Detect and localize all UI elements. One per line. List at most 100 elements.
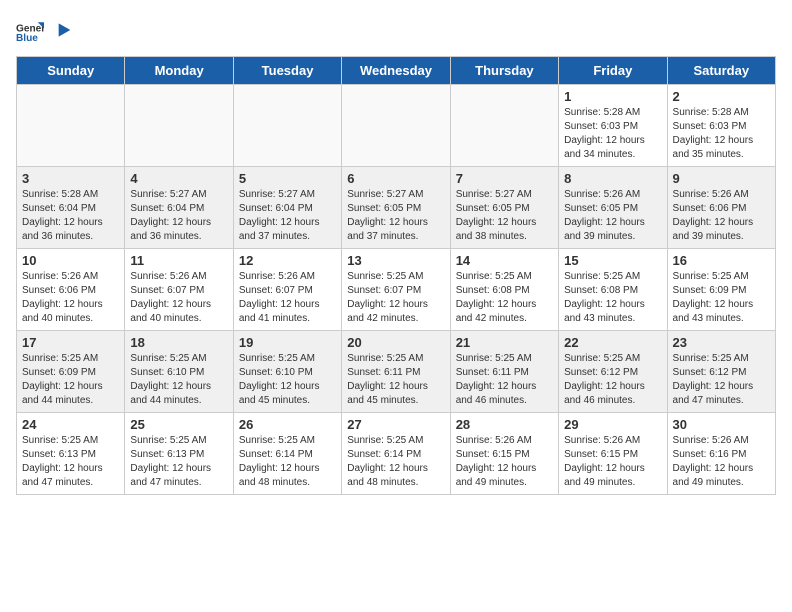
cell-details: Sunrise: 5:26 AMSunset: 6:06 PMDaylight:… (673, 188, 770, 244)
cell-details: Sunrise: 5:26 AMSunset: 6:15 PMDaylight:… (564, 434, 661, 490)
calendar-cell: 30Sunrise: 5:26 AMSunset: 6:16 PMDayligh… (667, 413, 775, 495)
cell-details: Sunrise: 5:25 AMSunset: 6:08 PMDaylight:… (564, 270, 661, 326)
calendar-cell: 27Sunrise: 5:25 AMSunset: 6:14 PMDayligh… (342, 413, 450, 495)
calendar-cell: 8 Sunrise: 5:26 AMSunset: 6:05 PMDaylight… (559, 167, 667, 249)
calendar-cell (125, 85, 233, 167)
day-number: 3 (22, 171, 119, 186)
day-header-thursday: Thursday (450, 57, 558, 85)
calendar-cell (17, 85, 125, 167)
calendar-cell: 4 Sunrise: 5:27 AMSunset: 6:04 PMDaylight… (125, 167, 233, 249)
calendar-cell: 28 Sunrise: 5:26 AMSunset: 6:15 PMDayligh… (450, 413, 558, 495)
day-number: 5 (239, 171, 336, 186)
calendar-cell: 23Sunrise: 5:25 AMSunset: 6:12 PMDayligh… (667, 331, 775, 413)
day-number: 15 (564, 253, 661, 268)
calendar-cell: 20 Sunrise: 5:25 AMSunset: 6:11 PMDayligh… (342, 331, 450, 413)
day-number: 10 (22, 253, 119, 268)
day-number: 19 (239, 335, 336, 350)
svg-text:Blue: Blue (16, 33, 38, 44)
calendar-cell: 21 Sunrise: 5:25 AMSunset: 6:11 PMDayligh… (450, 331, 558, 413)
cell-details: Sunrise: 5:27 AMSunset: 6:05 PMDaylight:… (456, 188, 553, 244)
calendar-week-row: 10 Sunrise: 5:26 AMSunset: 6:06 PMDayligh… (17, 249, 776, 331)
calendar-table: SundayMondayTuesdayWednesdayThursdayFrid… (16, 56, 776, 495)
calendar-cell: 7 Sunrise: 5:27 AMSunset: 6:05 PMDaylight… (450, 167, 558, 249)
day-number: 13 (347, 253, 444, 268)
day-number: 7 (456, 171, 553, 186)
calendar-week-row: 24 Sunrise: 5:25 AMSunset: 6:13 PMDayligh… (17, 413, 776, 495)
cell-details: Sunrise: 5:25 AMSunset: 6:11 PMDaylight:… (456, 352, 553, 408)
cell-details: Sunrise: 5:25 AMSunset: 6:12 PMDaylight:… (673, 352, 770, 408)
day-header-monday: Monday (125, 57, 233, 85)
calendar-cell: 18 Sunrise: 5:25 AMSunset: 6:10 PMDayligh… (125, 331, 233, 413)
day-number: 1 (564, 89, 661, 104)
calendar-header-row: SundayMondayTuesdayWednesdayThursdayFrid… (17, 57, 776, 85)
day-number: 29 (564, 417, 661, 432)
cell-details: Sunrise: 5:25 AMSunset: 6:10 PMDaylight:… (239, 352, 336, 408)
calendar-cell: 2 Sunrise: 5:28 AMSunset: 6:03 PMDaylight… (667, 85, 775, 167)
cell-details: Sunrise: 5:25 AMSunset: 6:11 PMDaylight:… (347, 352, 444, 408)
calendar-cell: 15 Sunrise: 5:25 AMSunset: 6:08 PMDayligh… (559, 249, 667, 331)
cell-details: Sunrise: 5:27 AMSunset: 6:05 PMDaylight:… (347, 188, 444, 244)
day-header-saturday: Saturday (667, 57, 775, 85)
cell-details: Sunrise: 5:28 AMSunset: 6:03 PMDaylight:… (673, 106, 770, 162)
day-number: 17 (22, 335, 119, 350)
day-number: 22 (564, 335, 661, 350)
calendar-cell: 22 Sunrise: 5:25 AMSunset: 6:12 PMDayligh… (559, 331, 667, 413)
page-header: General Blue (16, 16, 776, 44)
cell-details: Sunrise: 5:28 AMSunset: 6:03 PMDaylight:… (564, 106, 661, 162)
calendar-cell: 1 Sunrise: 5:28 AMSunset: 6:03 PMDaylight… (559, 85, 667, 167)
calendar-week-row: 3 Sunrise: 5:28 AMSunset: 6:04 PMDaylight… (17, 167, 776, 249)
day-number: 30 (673, 417, 770, 432)
calendar-cell: 29 Sunrise: 5:26 AMSunset: 6:15 PMDayligh… (559, 413, 667, 495)
cell-details: Sunrise: 5:26 AMSunset: 6:07 PMDaylight:… (239, 270, 336, 326)
day-number: 20 (347, 335, 444, 350)
day-number: 4 (130, 171, 227, 186)
cell-details: Sunrise: 5:26 AMSunset: 6:06 PMDaylight:… (22, 270, 119, 326)
logo-arrow-icon (52, 20, 72, 40)
calendar-cell: 3 Sunrise: 5:28 AMSunset: 6:04 PMDaylight… (17, 167, 125, 249)
day-number: 2 (673, 89, 770, 104)
calendar-cell: 16Sunrise: 5:25 AMSunset: 6:09 PMDayligh… (667, 249, 775, 331)
calendar-cell: 14 Sunrise: 5:25 AMSunset: 6:08 PMDayligh… (450, 249, 558, 331)
calendar-cell: 10 Sunrise: 5:26 AMSunset: 6:06 PMDayligh… (17, 249, 125, 331)
day-number: 9 (673, 171, 770, 186)
calendar-cell: 24 Sunrise: 5:25 AMSunset: 6:13 PMDayligh… (17, 413, 125, 495)
day-number: 14 (456, 253, 553, 268)
day-number: 21 (456, 335, 553, 350)
calendar-cell: 6 Sunrise: 5:27 AMSunset: 6:05 PMDaylight… (342, 167, 450, 249)
calendar-cell (233, 85, 341, 167)
cell-details: Sunrise: 5:25 AMSunset: 6:10 PMDaylight:… (130, 352, 227, 408)
cell-details: Sunrise: 5:25 AMSunset: 6:14 PMDaylight:… (347, 434, 444, 490)
calendar-cell: 19 Sunrise: 5:25 AMSunset: 6:10 PMDayligh… (233, 331, 341, 413)
day-number: 12 (239, 253, 336, 268)
day-number: 25 (130, 417, 227, 432)
cell-details: Sunrise: 5:26 AMSunset: 6:15 PMDaylight:… (456, 434, 553, 490)
calendar-cell (342, 85, 450, 167)
cell-details: Sunrise: 5:27 AMSunset: 6:04 PMDaylight:… (239, 188, 336, 244)
cell-details: Sunrise: 5:25 AMSunset: 6:12 PMDaylight:… (564, 352, 661, 408)
calendar-cell: 25 Sunrise: 5:25 AMSunset: 6:13 PMDayligh… (125, 413, 233, 495)
day-number: 8 (564, 171, 661, 186)
cell-details: Sunrise: 5:25 AMSunset: 6:08 PMDaylight:… (456, 270, 553, 326)
logo: General Blue (16, 16, 72, 44)
day-number: 24 (22, 417, 119, 432)
cell-details: Sunrise: 5:28 AMSunset: 6:04 PMDaylight:… (22, 188, 119, 244)
day-number: 18 (130, 335, 227, 350)
calendar-cell: 5 Sunrise: 5:27 AMSunset: 6:04 PMDaylight… (233, 167, 341, 249)
cell-details: Sunrise: 5:25 AMSunset: 6:13 PMDaylight:… (130, 434, 227, 490)
calendar-week-row: 17 Sunrise: 5:25 AMSunset: 6:09 PMDayligh… (17, 331, 776, 413)
logo-icon: General Blue (16, 16, 44, 44)
cell-details: Sunrise: 5:25 AMSunset: 6:09 PMDaylight:… (22, 352, 119, 408)
day-header-sunday: Sunday (17, 57, 125, 85)
cell-details: Sunrise: 5:25 AMSunset: 6:13 PMDaylight:… (22, 434, 119, 490)
calendar-cell: 12 Sunrise: 5:26 AMSunset: 6:07 PMDayligh… (233, 249, 341, 331)
cell-details: Sunrise: 5:26 AMSunset: 6:07 PMDaylight:… (130, 270, 227, 326)
cell-details: Sunrise: 5:27 AMSunset: 6:04 PMDaylight:… (130, 188, 227, 244)
calendar-cell: 9 Sunrise: 5:26 AMSunset: 6:06 PMDaylight… (667, 167, 775, 249)
day-number: 16 (673, 253, 770, 268)
day-number: 28 (456, 417, 553, 432)
cell-details: Sunrise: 5:25 AMSunset: 6:07 PMDaylight:… (347, 270, 444, 326)
calendar-body: 1 Sunrise: 5:28 AMSunset: 6:03 PMDaylight… (17, 85, 776, 495)
day-number: 6 (347, 171, 444, 186)
cell-details: Sunrise: 5:25 AMSunset: 6:14 PMDaylight:… (239, 434, 336, 490)
cell-details: Sunrise: 5:26 AMSunset: 6:05 PMDaylight:… (564, 188, 661, 244)
